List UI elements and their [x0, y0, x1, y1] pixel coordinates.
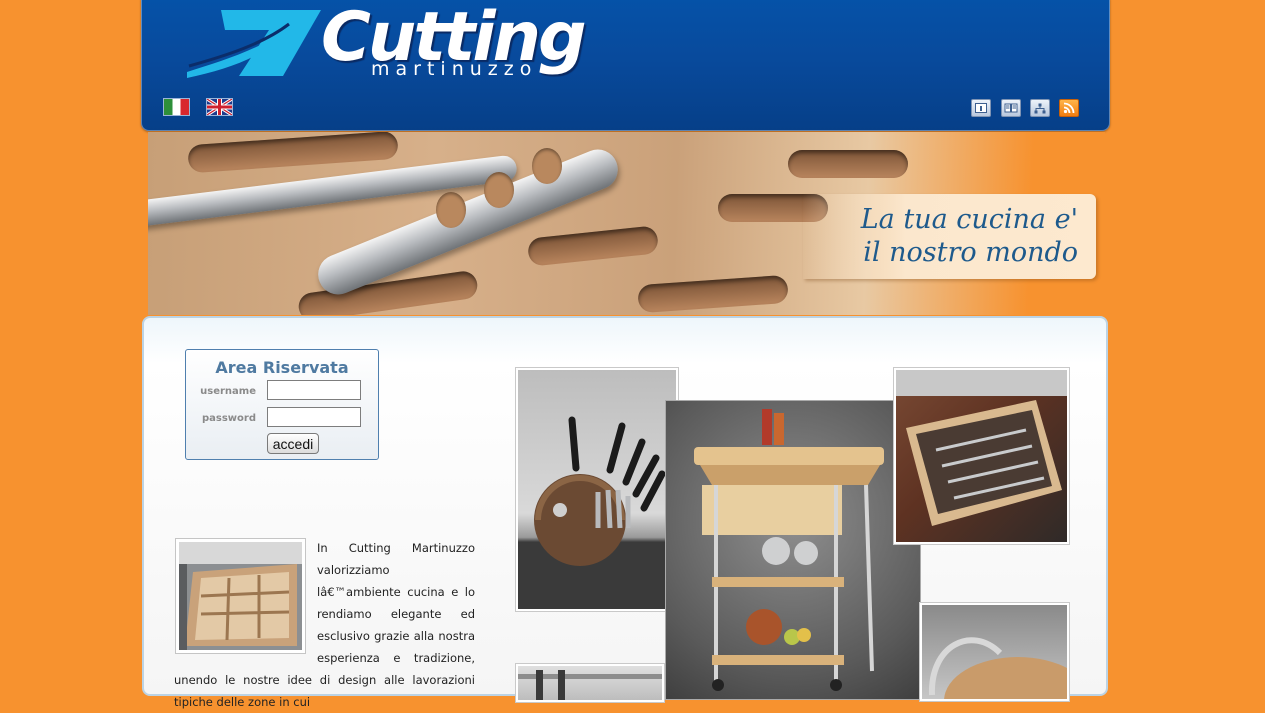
cutting-logo[interactable]: Cutting martinuzzo [185, 4, 645, 84]
board-slot [187, 132, 399, 174]
board-slot [788, 150, 908, 178]
italian-flag-icon[interactable] [163, 98, 190, 116]
utensil-rail-photo[interactable] [515, 663, 665, 703]
username-label: username [200, 386, 256, 397]
home-icon[interactable] [971, 99, 991, 117]
sitemap-icon[interactable] [1030, 99, 1050, 117]
logo-swoosh-icon [187, 10, 321, 78]
main-content: Area Riservata username password accedi … [142, 316, 1108, 709]
catalog-icon[interactable] [1001, 99, 1021, 117]
password-input[interactable] [267, 407, 361, 427]
board-slot [637, 274, 789, 314]
board-slot [526, 225, 660, 267]
username-input[interactable] [267, 380, 361, 400]
knife-block-photo[interactable] [515, 367, 679, 612]
slogan-line-1: La tua cucina e' [860, 204, 1078, 235]
sink-cutting-board-photo[interactable] [919, 602, 1070, 702]
site-header: Cutting martinuzzo [141, 0, 1110, 131]
english-flag-icon[interactable] [206, 98, 233, 116]
hero-banner: La tua cucina e' il nostro mondo [148, 132, 1105, 315]
slogan-box: La tua cucina e' il nostro mondo [803, 194, 1096, 279]
cutlery-drawer-photo[interactable] [893, 367, 1070, 545]
slogan-line-2: il nostro mondo [863, 237, 1078, 268]
login-title: Area Riservata [215, 358, 349, 377]
kitchen-trolley-photo[interactable] [665, 400, 921, 700]
login-submit-button[interactable]: accedi [267, 433, 319, 454]
password-label: password [201, 413, 256, 424]
rss-icon[interactable] [1059, 99, 1079, 117]
login-box: Area Riservata username password accedi [185, 349, 379, 460]
logo-subtitle: martinuzzo [371, 58, 538, 80]
